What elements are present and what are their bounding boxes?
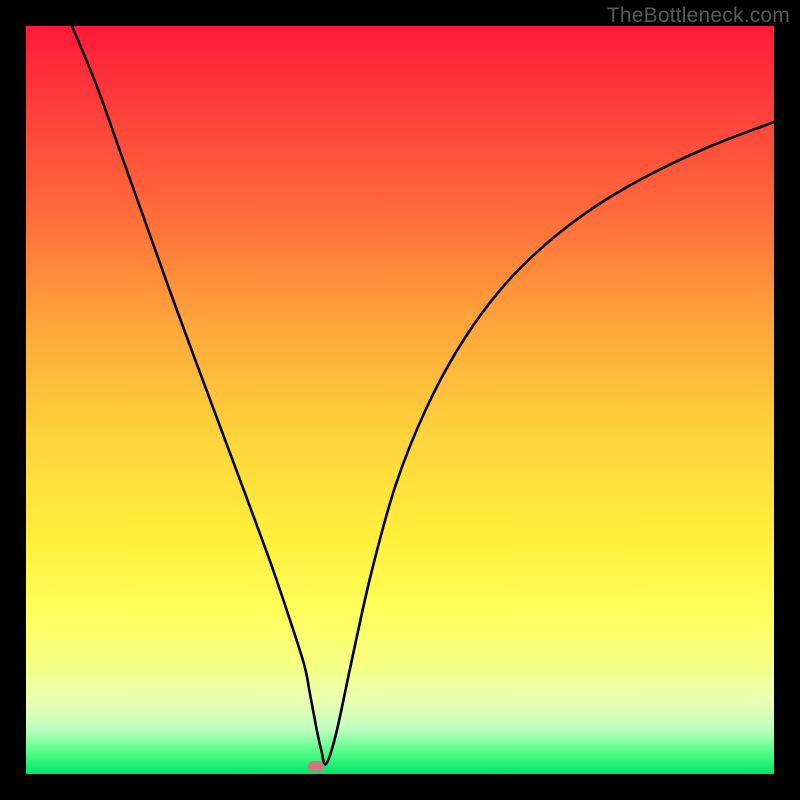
bottleneck-curve bbox=[72, 26, 774, 764]
chart-curve-svg bbox=[26, 26, 774, 774]
optimal-point-marker bbox=[308, 761, 324, 772]
watermark-text: TheBottleneck.com bbox=[607, 4, 790, 28]
chart-plot-area bbox=[26, 26, 774, 774]
